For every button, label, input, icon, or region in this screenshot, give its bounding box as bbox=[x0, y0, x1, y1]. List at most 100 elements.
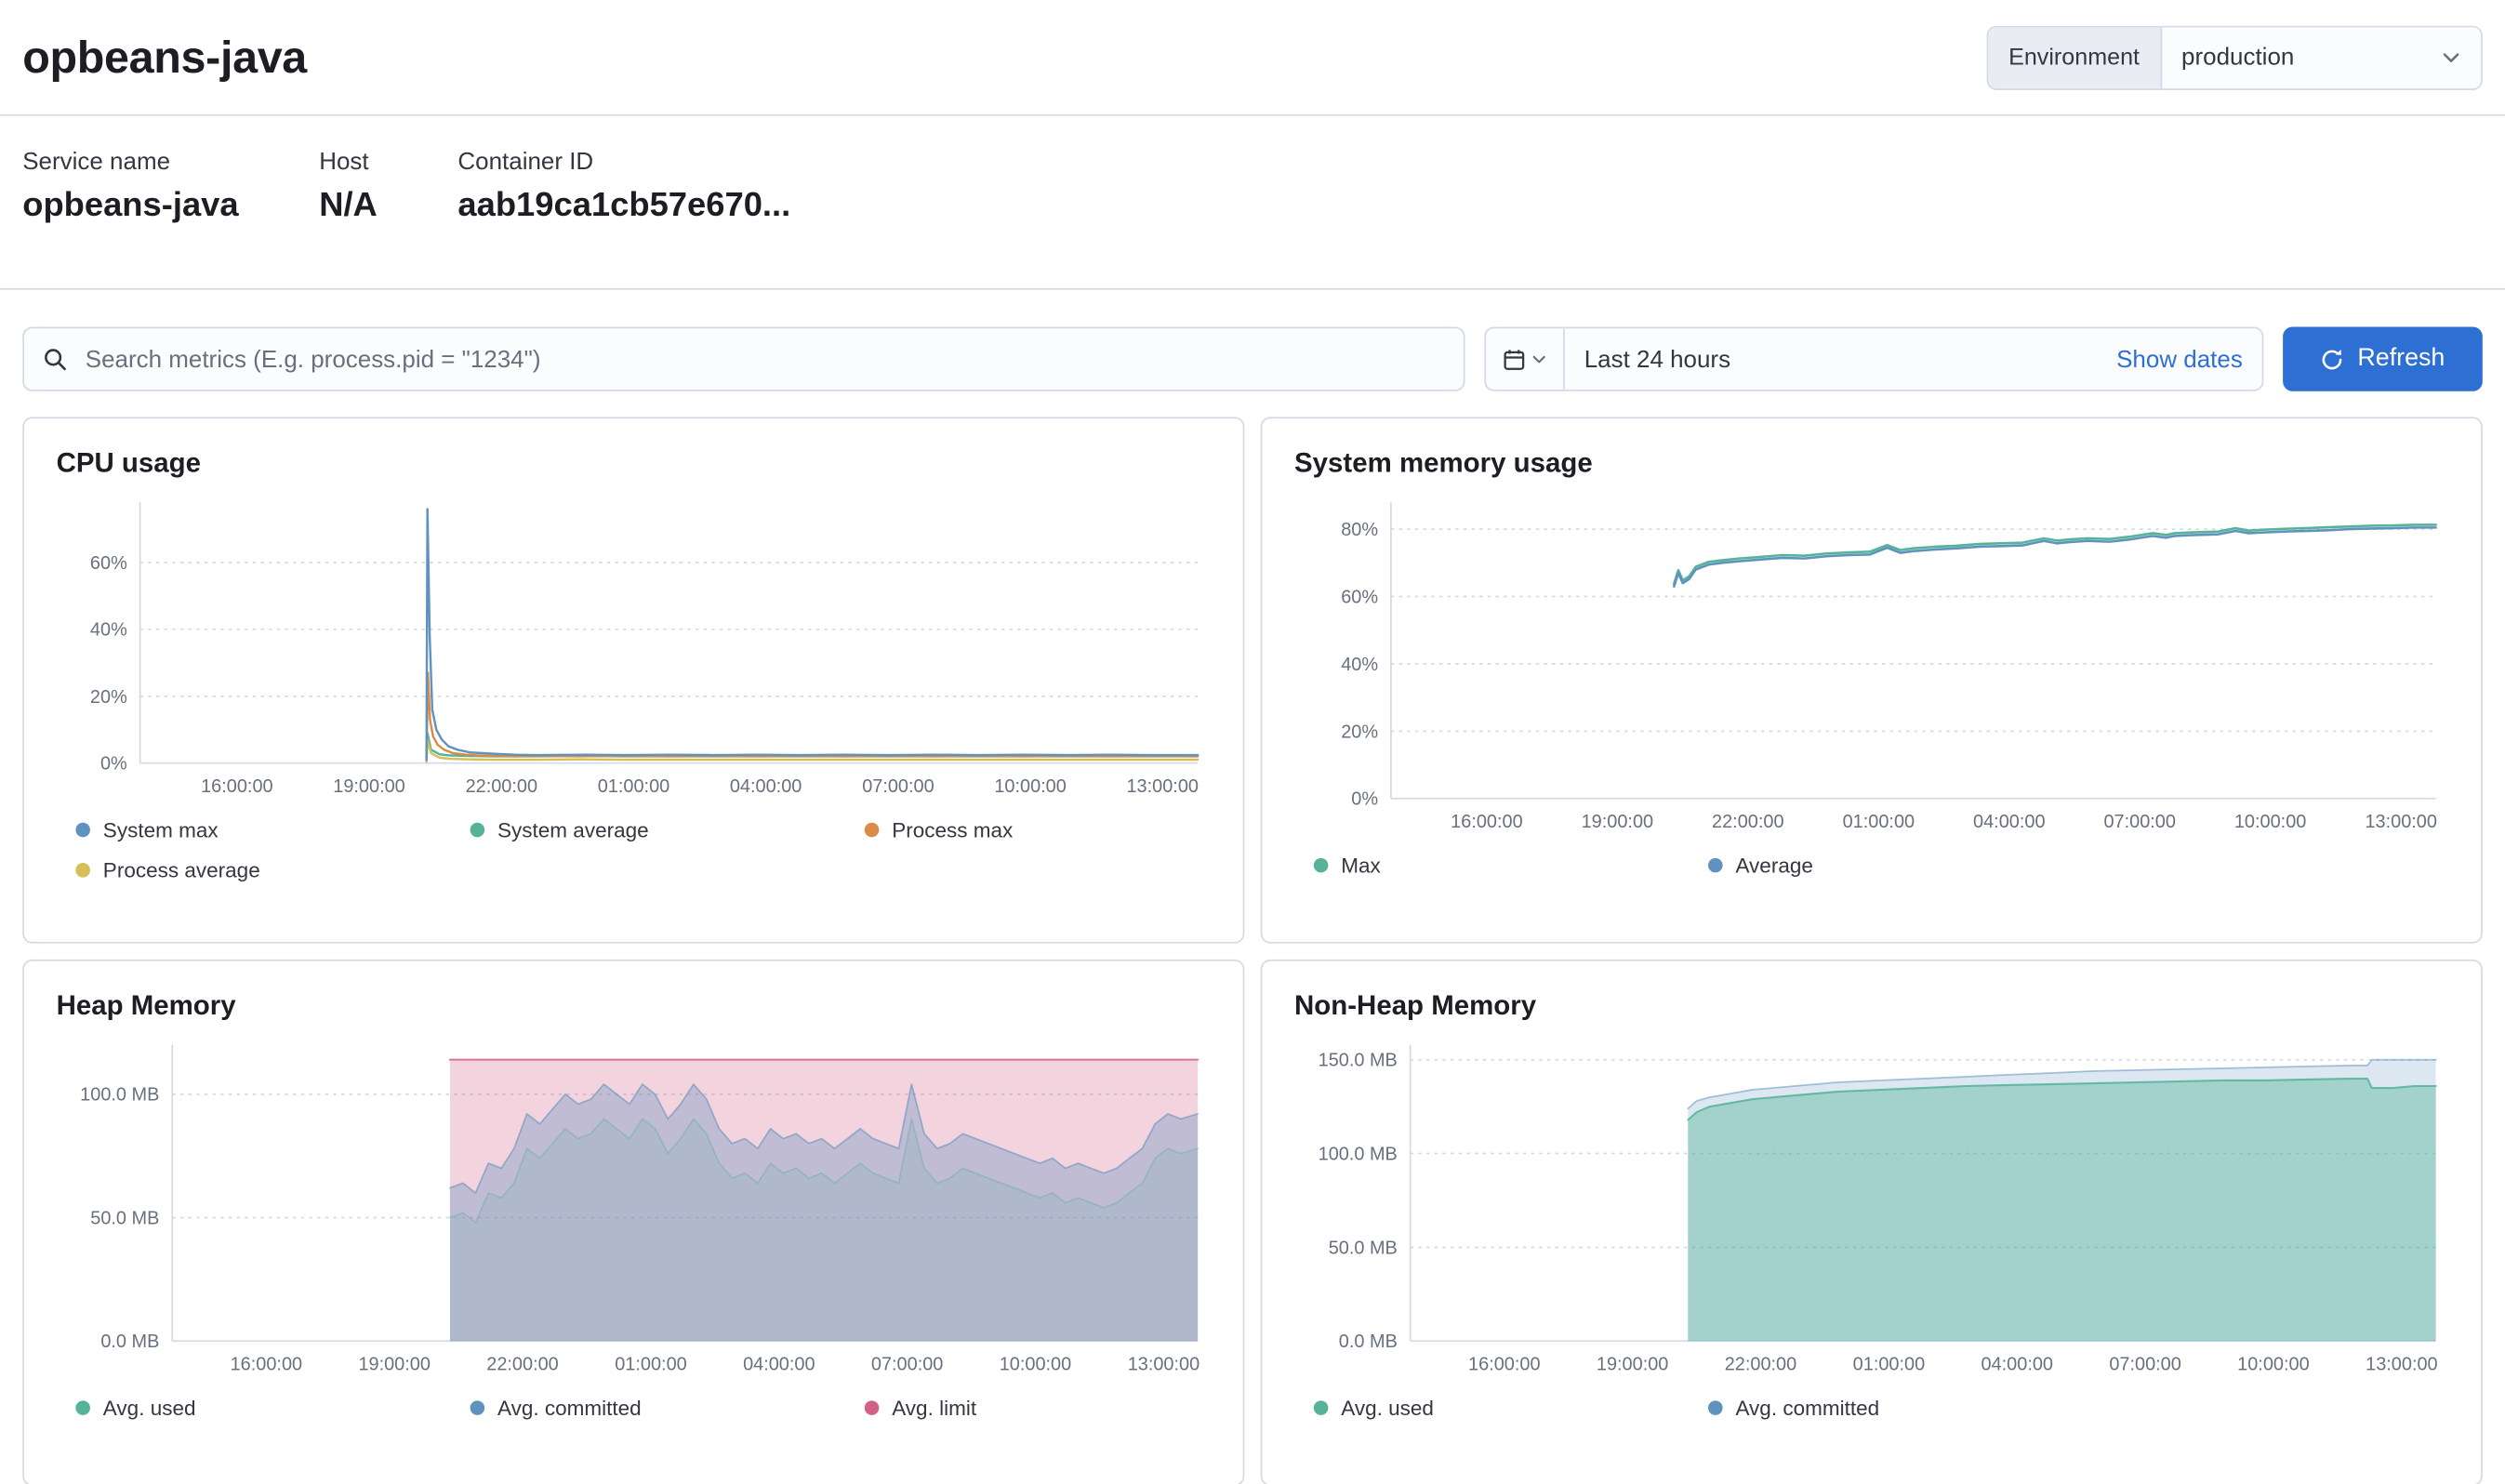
cpu-usage-chart[interactable]: 0% 20% 40% 60% 16:00:00 19:00:00 22:00:00 01:00… bbox=[57, 489, 1211, 804]
metrics-search-box bbox=[22, 326, 1465, 391]
chart-title: System memory usage bbox=[1294, 447, 2448, 480]
svg-text:16:00:00: 16:00:00 bbox=[201, 776, 273, 797]
chart-title: Non-Heap Memory bbox=[1294, 990, 2448, 1023]
svg-text:13:00:00: 13:00:00 bbox=[2366, 1354, 2438, 1374]
environment-prepend-label: Environment bbox=[1986, 25, 2161, 89]
legend-dot bbox=[75, 823, 90, 838]
svg-text:19:00:00: 19:00:00 bbox=[333, 776, 405, 797]
legend-item[interactable]: Avg. committed bbox=[471, 1396, 865, 1420]
heap-memory-chart[interactable]: 0.0 MB50.0 MB100.0 MB16:00:0019:00:0022:… bbox=[57, 1032, 1211, 1383]
cpu-usage-panel: CPU usage 0% 20% 40% 60% 16:00:00 19:00:00 22:… bbox=[22, 417, 1244, 943]
legend-item[interactable]: Avg. used bbox=[75, 1396, 470, 1420]
metrics-toolbar: Last 24 hours Show dates Refresh bbox=[22, 326, 2483, 391]
search-input[interactable] bbox=[22, 326, 1465, 391]
legend-dot bbox=[75, 1400, 90, 1415]
svg-text:0%: 0% bbox=[1351, 789, 1378, 810]
legend-label: Avg. committed bbox=[1735, 1396, 1879, 1420]
quick-select-button[interactable] bbox=[1486, 328, 1565, 390]
svg-text:07:00:00: 07:00:00 bbox=[2109, 1354, 2181, 1374]
svg-text:0%: 0% bbox=[100, 754, 127, 775]
legend-item[interactable]: Avg. used bbox=[1314, 1396, 1708, 1420]
legend-dot bbox=[1708, 858, 1723, 873]
service-name-label: Service name bbox=[22, 148, 238, 175]
svg-text:16:00:00: 16:00:00 bbox=[1451, 812, 1523, 832]
host-value: N/A bbox=[319, 187, 378, 226]
non-heap-memory-chart[interactable]: 0.0 MB50.0 MB100.0 MB150.0 MB16:00:0019:… bbox=[1294, 1032, 2448, 1383]
host-label: Host bbox=[319, 148, 378, 175]
legend-dot bbox=[1314, 1400, 1329, 1415]
chart-legend: Avg. used Avg. committed bbox=[1294, 1396, 2448, 1420]
refresh-button[interactable]: Refresh bbox=[2283, 326, 2483, 391]
heap-memory-panel: Heap Memory 0.0 MB50.0 MB100.0 MB16:00:0… bbox=[22, 960, 1244, 1484]
calendar-icon bbox=[1502, 347, 1526, 371]
svg-text:13:00:00: 13:00:00 bbox=[1128, 1354, 1200, 1374]
service-info-bar: Service name opbeans-java Host N/A Conta… bbox=[0, 116, 2505, 290]
svg-text:19:00:00: 19:00:00 bbox=[1597, 1354, 1669, 1374]
legend-item[interactable]: Avg. committed bbox=[1708, 1396, 2102, 1420]
legend-item[interactable]: System average bbox=[471, 818, 865, 842]
legend-label: Avg. used bbox=[103, 1396, 196, 1420]
svg-text:100.0 MB: 100.0 MB bbox=[1319, 1144, 1398, 1164]
legend-dot bbox=[75, 863, 90, 878]
svg-text:16:00:00: 16:00:00 bbox=[231, 1354, 303, 1374]
apm-metrics-page: opbeans-java Environment production Serv… bbox=[0, 0, 2505, 1484]
svg-text:60%: 60% bbox=[90, 553, 127, 574]
container-id-value: aab19ca1cb57e670... bbox=[457, 187, 790, 226]
svg-text:07:00:00: 07:00:00 bbox=[2103, 812, 2176, 832]
svg-text:40%: 40% bbox=[1341, 655, 1378, 675]
date-range-area: Last 24 hours Show dates bbox=[1565, 328, 2262, 390]
legend-item[interactable]: Process average bbox=[75, 858, 470, 882]
svg-text:10:00:00: 10:00:00 bbox=[2237, 1354, 2310, 1374]
svg-text:80%: 80% bbox=[1341, 520, 1378, 540]
legend-label: Avg. used bbox=[1341, 1396, 1434, 1420]
legend-item[interactable]: Max bbox=[1314, 854, 1708, 878]
svg-text:10:00:00: 10:00:00 bbox=[2234, 812, 2307, 832]
svg-text:150.0 MB: 150.0 MB bbox=[1319, 1051, 1398, 1071]
environment-select[interactable]: production bbox=[2161, 25, 2483, 89]
legend-dot bbox=[865, 823, 880, 838]
page-title: opbeans-java bbox=[22, 32, 307, 83]
svg-text:0.0 MB: 0.0 MB bbox=[1339, 1332, 1398, 1352]
non-heap-memory-canvas: 0.0 MB50.0 MB100.0 MB150.0 MB16:00:0019:… bbox=[1294, 1032, 2452, 1383]
svg-text:13:00:00: 13:00:00 bbox=[1126, 776, 1199, 797]
app-window: opbeans-java Environment production Serv… bbox=[0, 0, 2505, 1484]
legend-label: Avg. limit bbox=[892, 1396, 976, 1420]
chart-legend: Avg. used Avg. committed Avg. limit bbox=[57, 1396, 1211, 1420]
svg-text:01:00:00: 01:00:00 bbox=[1853, 1354, 1925, 1374]
svg-text:01:00:00: 01:00:00 bbox=[1843, 812, 1915, 832]
svg-text:04:00:00: 04:00:00 bbox=[743, 1354, 815, 1374]
svg-text:50.0 MB: 50.0 MB bbox=[1329, 1238, 1398, 1258]
svg-text:22:00:00: 22:00:00 bbox=[466, 776, 538, 797]
legend-item[interactable]: Avg. limit bbox=[865, 1396, 1211, 1420]
cpu-usage-canvas: 0% 20% 40% 60% 16:00:00 19:00:00 22:00:00 01:00… bbox=[57, 489, 1214, 804]
svg-text:40%: 40% bbox=[90, 620, 127, 641]
host-field: Host N/A bbox=[319, 148, 378, 256]
show-dates-button[interactable]: Show dates bbox=[2116, 345, 2243, 372]
service-name-value: opbeans-java bbox=[22, 187, 238, 226]
svg-text:01:00:00: 01:00:00 bbox=[598, 776, 670, 797]
legend-item[interactable]: Average bbox=[1708, 854, 2102, 878]
svg-text:22:00:00: 22:00:00 bbox=[486, 1354, 559, 1374]
chart-title: Heap Memory bbox=[57, 990, 1211, 1023]
container-id-field: Container ID aab19ca1cb57e670... bbox=[457, 148, 790, 256]
svg-text:19:00:00: 19:00:00 bbox=[1582, 812, 1654, 832]
svg-text:07:00:00: 07:00:00 bbox=[862, 776, 934, 797]
svg-text:50.0 MB: 50.0 MB bbox=[90, 1208, 159, 1228]
service-name-field: Service name opbeans-java bbox=[22, 148, 238, 256]
svg-text:13:00:00: 13:00:00 bbox=[2365, 812, 2437, 832]
system-memory-chart[interactable]: 0%20%40%60%80%16:00:0019:00:0022:00:0001… bbox=[1294, 489, 2448, 840]
legend-dot bbox=[1708, 1400, 1723, 1415]
refresh-label: Refresh bbox=[2357, 347, 2445, 372]
legend-item[interactable]: System max bbox=[75, 818, 470, 842]
svg-text:04:00:00: 04:00:00 bbox=[1981, 1354, 2054, 1374]
legend-item[interactable]: Process max bbox=[865, 818, 1211, 842]
chevron-down-icon bbox=[1531, 351, 1547, 366]
legend-label: Max bbox=[1341, 854, 1381, 878]
time-range-button[interactable]: Last 24 hours bbox=[1584, 345, 1730, 372]
svg-text:20%: 20% bbox=[90, 687, 127, 708]
environment-selected-value: production bbox=[2181, 44, 2294, 71]
chart-title: CPU usage bbox=[57, 447, 1211, 480]
svg-text:10:00:00: 10:00:00 bbox=[994, 776, 1067, 797]
system-memory-panel: System memory usage 0%20%40%60%80%16:00:… bbox=[1261, 417, 2483, 943]
legend-label: Average bbox=[1735, 854, 1812, 878]
